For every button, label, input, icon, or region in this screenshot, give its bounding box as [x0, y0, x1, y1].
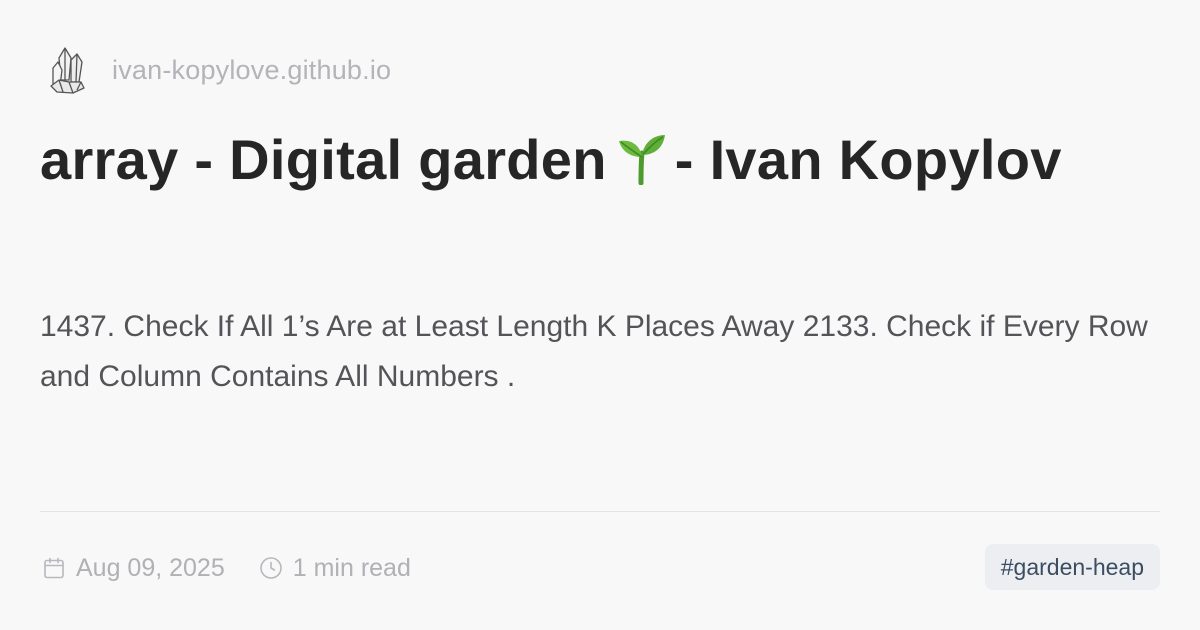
crystal-icon: [44, 42, 90, 98]
post-description: 1437. Check If All 1’s Are at Least Leng…: [40, 310, 1148, 393]
post-date: Aug 09, 2025: [42, 554, 225, 583]
page-title: array - Digital garden - Ivan Kopylov: [40, 124, 1150, 196]
post-meta: Aug 09, 2025 1 min read: [42, 546, 411, 590]
tag-garden-heap[interactable]: #garden-heap: [984, 544, 1160, 590]
divider: [40, 511, 1160, 512]
clock-icon: [259, 556, 283, 580]
date-text: Aug 09, 2025: [76, 553, 225, 582]
title-text-start: array - Digital garden: [40, 128, 607, 191]
calendar-icon: [42, 556, 66, 580]
seedling-icon: [613, 129, 669, 186]
read-time: 1 min read: [259, 554, 411, 583]
og-card: ivan-kopylove.github.io array - Digital …: [0, 0, 1200, 630]
read-time-text: 1 min read: [292, 553, 411, 582]
title-text-end: - Ivan Kopylov: [674, 128, 1062, 191]
site-domain[interactable]: ivan-kopylove.github.io: [112, 55, 391, 86]
site-header[interactable]: ivan-kopylove.github.io: [44, 42, 391, 98]
